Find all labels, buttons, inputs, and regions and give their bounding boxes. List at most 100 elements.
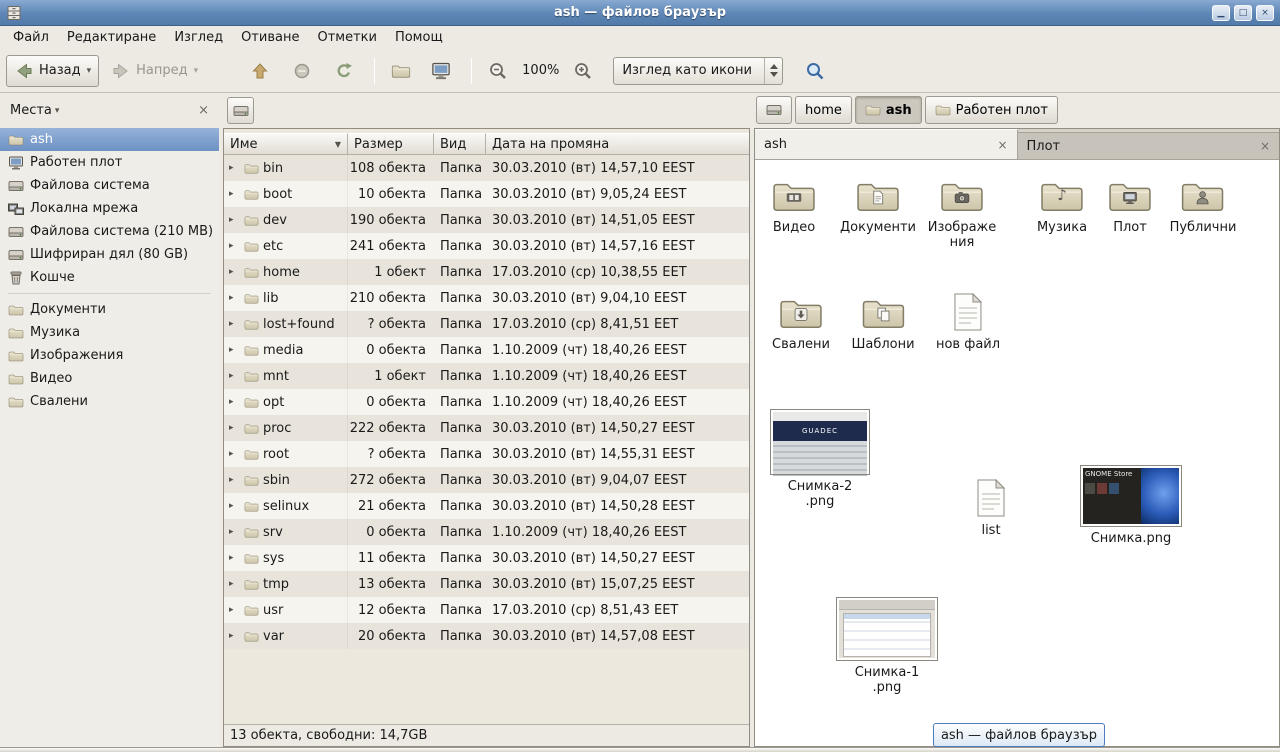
menu-edit[interactable]: Редактиране <box>58 27 165 48</box>
chevron-down-icon[interactable]: ▾ <box>87 66 92 76</box>
table-row[interactable]: ▸proc222 обектаПапка30.03.2010 (вт) 14,5… <box>224 415 749 441</box>
table-row[interactable]: ▸home1 обектПапка17.03.2010 (ср) 10,38,5… <box>224 259 749 285</box>
tab-plot[interactable]: Плот × <box>1018 132 1280 159</box>
column-header-date[interactable]: Дата на промяна <box>486 133 749 155</box>
stop-button[interactable] <box>284 55 320 87</box>
expander-icon[interactable]: ▸ <box>229 579 240 589</box>
path-desktop-button[interactable]: Работен плот <box>925 96 1058 124</box>
folder-plot[interactable]: Плот <box>1107 177 1153 235</box>
table-row[interactable]: ▸tmp13 обектаПапка30.03.2010 (вт) 15,07,… <box>224 571 749 597</box>
tab-close-icon[interactable]: × <box>1260 139 1270 153</box>
expander-icon[interactable]: ▸ <box>229 163 240 173</box>
column-header-size[interactable]: Размер <box>348 133 434 155</box>
menu-go[interactable]: Отиване <box>232 27 308 48</box>
expander-icon[interactable]: ▸ <box>229 475 240 485</box>
file-new-file[interactable]: нов файл <box>936 292 1000 352</box>
table-row[interactable]: ▸mnt1 обектПапка1.10.2009 (чт) 18,40,26 … <box>224 363 749 389</box>
folder-public[interactable]: Публични <box>1170 177 1237 235</box>
root-path-button[interactable] <box>227 97 254 124</box>
expander-icon[interactable]: ▸ <box>229 397 240 407</box>
sidebar-item-filesystem-210mb[interactable]: Файлова система (210 MB) <box>0 220 219 243</box>
up-button[interactable] <box>242 55 278 87</box>
sidebar-item-downloads[interactable]: Свалени <box>0 390 219 413</box>
table-row[interactable]: ▸etc241 обектаПапка30.03.2010 (вт) 14,57… <box>224 233 749 259</box>
table-row[interactable]: ▸root? обектаПапка30.03.2010 (вт) 14,55,… <box>224 441 749 467</box>
sidebar-item-filesystem[interactable]: Файлова система <box>0 174 219 197</box>
back-button[interactable]: Назад ▾ <box>6 55 99 87</box>
table-row[interactable]: ▸var20 обектаПапка30.03.2010 (вт) 14,57,… <box>224 623 749 649</box>
file-snimka-2-png[interactable]: GUADEC Снимка-2.png <box>771 410 869 509</box>
table-row[interactable]: ▸media0 обектаПапка1.10.2009 (чт) 18,40,… <box>224 337 749 363</box>
folder-music[interactable]: ♪ Музика <box>1037 177 1087 235</box>
sidebar-item-network[interactable]: Локална мрежа <box>0 197 219 220</box>
expander-icon[interactable]: ▸ <box>229 241 240 251</box>
computer-button[interactable] <box>423 55 459 87</box>
sidebar-item-pictures[interactable]: Изображения <box>0 344 219 367</box>
expander-icon[interactable]: ▸ <box>229 605 240 615</box>
sidebar-item-video[interactable]: Видео <box>0 367 219 390</box>
file-snimka-png[interactable]: GNOME Store Снимка.png <box>1081 466 1181 546</box>
table-row[interactable]: ▸srv0 обектаПапка1.10.2009 (чт) 18,40,26… <box>224 519 749 545</box>
file-list[interactable]: list <box>975 478 1007 538</box>
folder-pictures[interactable]: Изображения <box>924 177 1000 250</box>
expander-icon[interactable]: ▸ <box>229 449 240 459</box>
menu-help[interactable]: Помощ <box>386 27 452 48</box>
chevron-down-icon[interactable]: ▾ <box>55 106 60 116</box>
folder-downloads[interactable]: Свалени <box>772 294 830 352</box>
places-title[interactable]: Места <box>10 103 52 118</box>
sidebar-item-ash[interactable]: ash <box>0 128 219 151</box>
sidebar-item-encrypted-80gb[interactable]: Шифриран дял (80 GB) <box>0 243 219 266</box>
table-row[interactable]: ▸usr12 обектаПапка17.03.2010 (ср) 8,51,4… <box>224 597 749 623</box>
expander-icon[interactable]: ▸ <box>229 553 240 563</box>
minimize-button[interactable]: ▁ <box>1212 5 1230 21</box>
path-home-button[interactable]: home <box>795 96 852 124</box>
sidebar-item-music[interactable]: Музика <box>0 321 219 344</box>
column-header-name[interactable]: Име ▼ <box>224 133 348 155</box>
expander-icon[interactable]: ▸ <box>229 501 240 511</box>
maximize-button[interactable]: □ <box>1234 5 1252 21</box>
expander-icon[interactable]: ▸ <box>229 345 240 355</box>
table-row[interactable]: ▸boot10 обектаПапка30.03.2010 (вт) 9,05,… <box>224 181 749 207</box>
sidebar-item-documents[interactable]: Документи <box>0 298 219 321</box>
table-row[interactable]: ▸opt0 обектаПапка1.10.2009 (чт) 18,40,26… <box>224 389 749 415</box>
column-header-type[interactable]: Вид <box>434 133 486 155</box>
tab-close-icon[interactable]: × <box>997 138 1007 152</box>
table-row[interactable]: ▸dev190 обектаПапка30.03.2010 (вт) 14,51… <box>224 207 749 233</box>
menu-file[interactable]: Файл <box>4 27 58 48</box>
reload-button[interactable] <box>326 55 362 87</box>
table-row[interactable]: ▸lib210 обектаПапка30.03.2010 (вт) 9,04,… <box>224 285 749 311</box>
expander-icon[interactable]: ▸ <box>229 371 240 381</box>
table-row[interactable]: ▸bin108 обектаПапка30.03.2010 (вт) 14,57… <box>224 155 749 181</box>
table-row[interactable]: ▸sbin272 обектаПапка30.03.2010 (вт) 9,04… <box>224 467 749 493</box>
expander-icon[interactable]: ▸ <box>229 319 240 329</box>
tab-ash[interactable]: ash × <box>755 129 1018 159</box>
folder-templates[interactable]: Шаблони <box>851 294 914 352</box>
expander-icon[interactable]: ▸ <box>229 267 240 277</box>
home-button[interactable] <box>383 55 419 87</box>
titlebar[interactable]: ash — файлов браузър ▁ □ × <box>0 0 1280 26</box>
expander-icon[interactable]: ▸ <box>229 293 240 303</box>
table-row[interactable]: ▸lost+found? обектаПапка17.03.2010 (ср) … <box>224 311 749 337</box>
expander-icon[interactable]: ▸ <box>229 215 240 225</box>
expander-icon[interactable]: ▸ <box>229 423 240 433</box>
path-root-button[interactable] <box>756 96 792 124</box>
taskbar-window-button[interactable]: ash — файлов браузър <box>933 723 1105 747</box>
folder-video[interactable]: Видео <box>771 177 817 235</box>
path-current-button[interactable]: ash <box>855 96 922 124</box>
expander-icon[interactable]: ▸ <box>229 527 240 537</box>
places-close-icon[interactable]: × <box>198 103 209 118</box>
view-mode-select[interactable]: Изглед като икони <box>613 57 783 85</box>
menu-view[interactable]: Изглед <box>165 27 232 48</box>
sidebar-item-desktop[interactable]: Работен плот <box>0 151 219 174</box>
table-row[interactable]: ▸selinux21 обектаПапка30.03.2010 (вт) 14… <box>224 493 749 519</box>
close-button[interactable]: × <box>1256 5 1274 21</box>
forward-button[interactable]: Напред ▾ <box>103 55 206 87</box>
expander-icon[interactable]: ▸ <box>229 189 240 199</box>
search-button[interactable] <box>797 55 833 87</box>
expander-icon[interactable]: ▸ <box>229 631 240 641</box>
zoom-in-button[interactable] <box>565 55 601 87</box>
sidebar-item-trash[interactable]: Кошче <box>0 266 219 289</box>
menu-bookmarks[interactable]: Отметки <box>308 27 385 48</box>
table-row[interactable]: ▸sys11 обектаПапка30.03.2010 (вт) 14,50,… <box>224 545 749 571</box>
folder-documents[interactable]: Документи <box>840 177 916 235</box>
